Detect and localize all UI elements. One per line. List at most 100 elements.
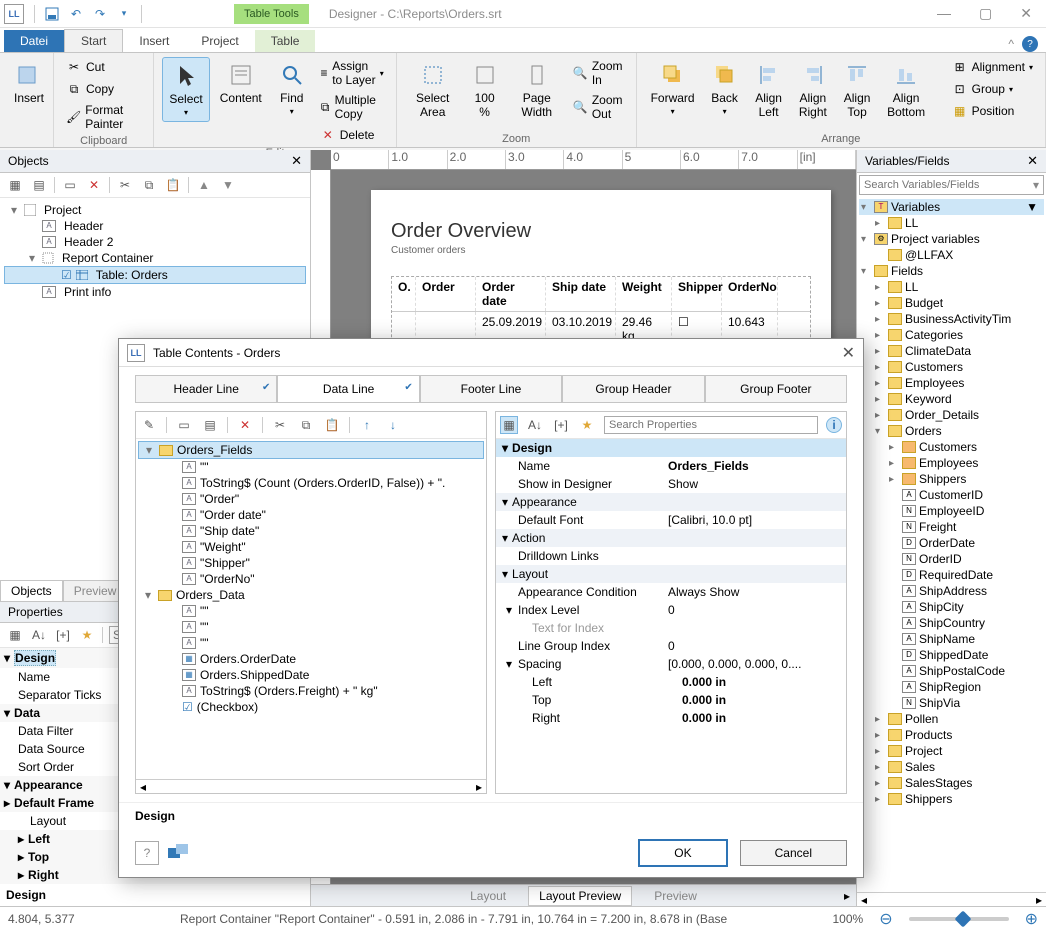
field-item[interactable]: A"" [138,619,484,635]
delete-icon[interactable]: ✕ [236,416,254,434]
position-button[interactable]: ▦Position [948,101,1037,121]
field-item[interactable]: A"Ship date" [138,523,484,539]
objects-tab[interactable]: Objects [0,580,63,601]
field-item[interactable]: A"" [138,635,484,651]
cut-icon[interactable]: ✂ [116,176,134,194]
collapse-ribbon-icon[interactable]: ^ [1008,37,1014,51]
property-row[interactable]: Left0.000 in [496,673,846,691]
select-button[interactable]: Select▾ [162,57,209,122]
back-button[interactable]: Back▾ [705,57,745,120]
variable-item[interactable]: ▸Categories [859,327,1044,343]
categorize-icon[interactable]: ▦ [500,416,518,434]
property-row[interactable]: Default Font[Calibri, 10.0 pt] [496,511,846,529]
variable-item[interactable]: ▸Shippers [859,471,1044,487]
move-down-icon[interactable]: ↓ [384,416,402,434]
page-width-button[interactable]: Page Width [509,57,565,123]
tab-table[interactable]: Table [255,30,316,52]
find-button[interactable]: Find▾ [272,57,312,120]
variable-item[interactable]: AShipCountry [859,615,1044,631]
forward-button[interactable]: Forward▾ [645,57,701,120]
variable-item[interactable]: ▸Keyword [859,391,1044,407]
align-left-button[interactable]: Align Left [749,57,789,123]
tree-item[interactable]: AHeader [4,218,306,234]
wand-icon[interactable]: ✎ [140,416,158,434]
sort-icon[interactable]: A↓ [30,626,48,644]
property-row[interactable]: ▾Layout [496,565,846,583]
content-button[interactable]: Content [214,57,268,109]
property-row[interactable]: ▾Design [496,439,846,457]
zoom-out-icon[interactable]: ⊖ [879,909,892,929]
field-item[interactable]: ▦Orders.OrderDate [138,651,484,667]
zoom-in-button[interactable]: 🔍Zoom In [569,57,628,89]
variable-item[interactable]: AShipRegion [859,679,1044,695]
variable-item[interactable]: NEmployeeID [859,503,1044,519]
dropdown-icon[interactable]: ▾ [1029,176,1043,194]
close-panel-icon[interactable]: ✕ [291,153,302,169]
scroll-right-icon[interactable]: ▸ [844,889,850,903]
minimize-icon[interactable]: — [937,5,951,22]
zoom-out-button[interactable]: 🔍Zoom Out [569,91,628,123]
field-item[interactable]: A"Order" [138,491,484,507]
variable-item[interactable]: ACustomerID [859,487,1044,503]
variable-item[interactable]: ▸Products [859,727,1044,743]
dialog-tab[interactable]: Footer Line [420,375,562,402]
field-item[interactable]: A"" [138,459,484,475]
variable-item[interactable]: ▸LL [859,215,1044,231]
dialog-property-grid[interactable]: ▾DesignNameOrders_FieldsShow in Designer… [496,439,846,793]
field-item[interactable]: ▦Orders.ShippedDate [138,667,484,683]
variables-tree[interactable]: ▾TVariables▼▸LL▾⚙Project variables@LLFAX… [857,197,1046,892]
tree-item[interactable]: APrint info [4,284,306,300]
edit-icon[interactable]: ▤ [201,416,219,434]
variable-item[interactable]: DShippedDate [859,647,1044,663]
format-painter-button[interactable]: 🖌Format Painter [62,101,145,133]
field-item[interactable]: A"" [138,603,484,619]
tab-start[interactable]: Start [64,29,123,52]
info-icon[interactable]: i [826,417,842,433]
insert-button[interactable]: Insert [8,57,50,109]
cut-icon[interactable]: ✂ [271,416,289,434]
delete-button[interactable]: ✕Delete [316,125,388,145]
variable-item[interactable]: ▸BusinessActivityTim [859,311,1044,327]
property-row[interactable]: Top0.000 in [496,691,846,709]
dialog-tab[interactable]: Header Line✔ [135,375,277,402]
star-icon[interactable]: ★ [578,416,596,434]
cut-button[interactable]: ✂Cut [62,57,145,77]
dialog-tab[interactable]: Data Line✔ [277,375,419,402]
field-item[interactable]: ▾Orders_Data [138,587,484,603]
variable-item[interactable]: ▸Employees [859,455,1044,471]
variable-item[interactable]: ▸Employees [859,375,1044,391]
select-area-button[interactable]: Select Area [405,57,461,123]
scroll-left-icon[interactable]: ◂ [140,780,146,793]
variable-item[interactable]: ▾⚙Project variables [859,231,1044,247]
alignment-button[interactable]: ⊞Alignment ▾ [948,57,1037,77]
dialog-tab[interactable]: Group Header [562,375,704,402]
dialog-close-icon[interactable]: ✕ [842,343,855,363]
undo-icon[interactable]: ↶ [67,5,85,23]
property-row[interactable]: Line Group Index0 [496,637,846,655]
variable-item[interactable]: ▸Project [859,743,1044,759]
help-icon[interactable]: ? [135,841,159,865]
variable-item[interactable]: DOrderDate [859,535,1044,551]
paste-icon[interactable]: 📋 [164,176,182,194]
zoom-in-icon[interactable]: ⊕ [1025,909,1038,929]
align-bottom-button[interactable]: Align Bottom [881,57,931,123]
variable-item[interactable]: AShipCity [859,599,1044,615]
redo-icon[interactable]: ↷ [91,5,109,23]
variable-item[interactable]: ▸LL [859,279,1044,295]
tree-item[interactable]: ▾Report Container [4,250,306,266]
copy-icon[interactable]: ⧉ [140,176,158,194]
property-search-input[interactable] [604,416,818,434]
help-icon[interactable]: ? [1022,36,1038,52]
variable-item[interactable]: ▾Fields [859,263,1044,279]
variable-item[interactable]: @LLFAX [859,247,1044,263]
property-row[interactable]: ▾Appearance [496,493,846,511]
copy-button[interactable]: ⧉Copy [62,79,145,99]
move-up-icon[interactable]: ↑ [358,416,376,434]
property-row[interactable]: Show in DesignerShow [496,475,846,493]
variables-search-input[interactable] [860,176,1029,194]
property-row[interactable]: Text for Index [496,619,846,637]
scroll-left-icon[interactable]: ◂ [861,893,867,906]
align-top-button[interactable]: Align Top [837,57,877,123]
property-row[interactable]: ▾Index Level0 [496,601,846,619]
down-icon[interactable]: ▼ [219,176,237,194]
